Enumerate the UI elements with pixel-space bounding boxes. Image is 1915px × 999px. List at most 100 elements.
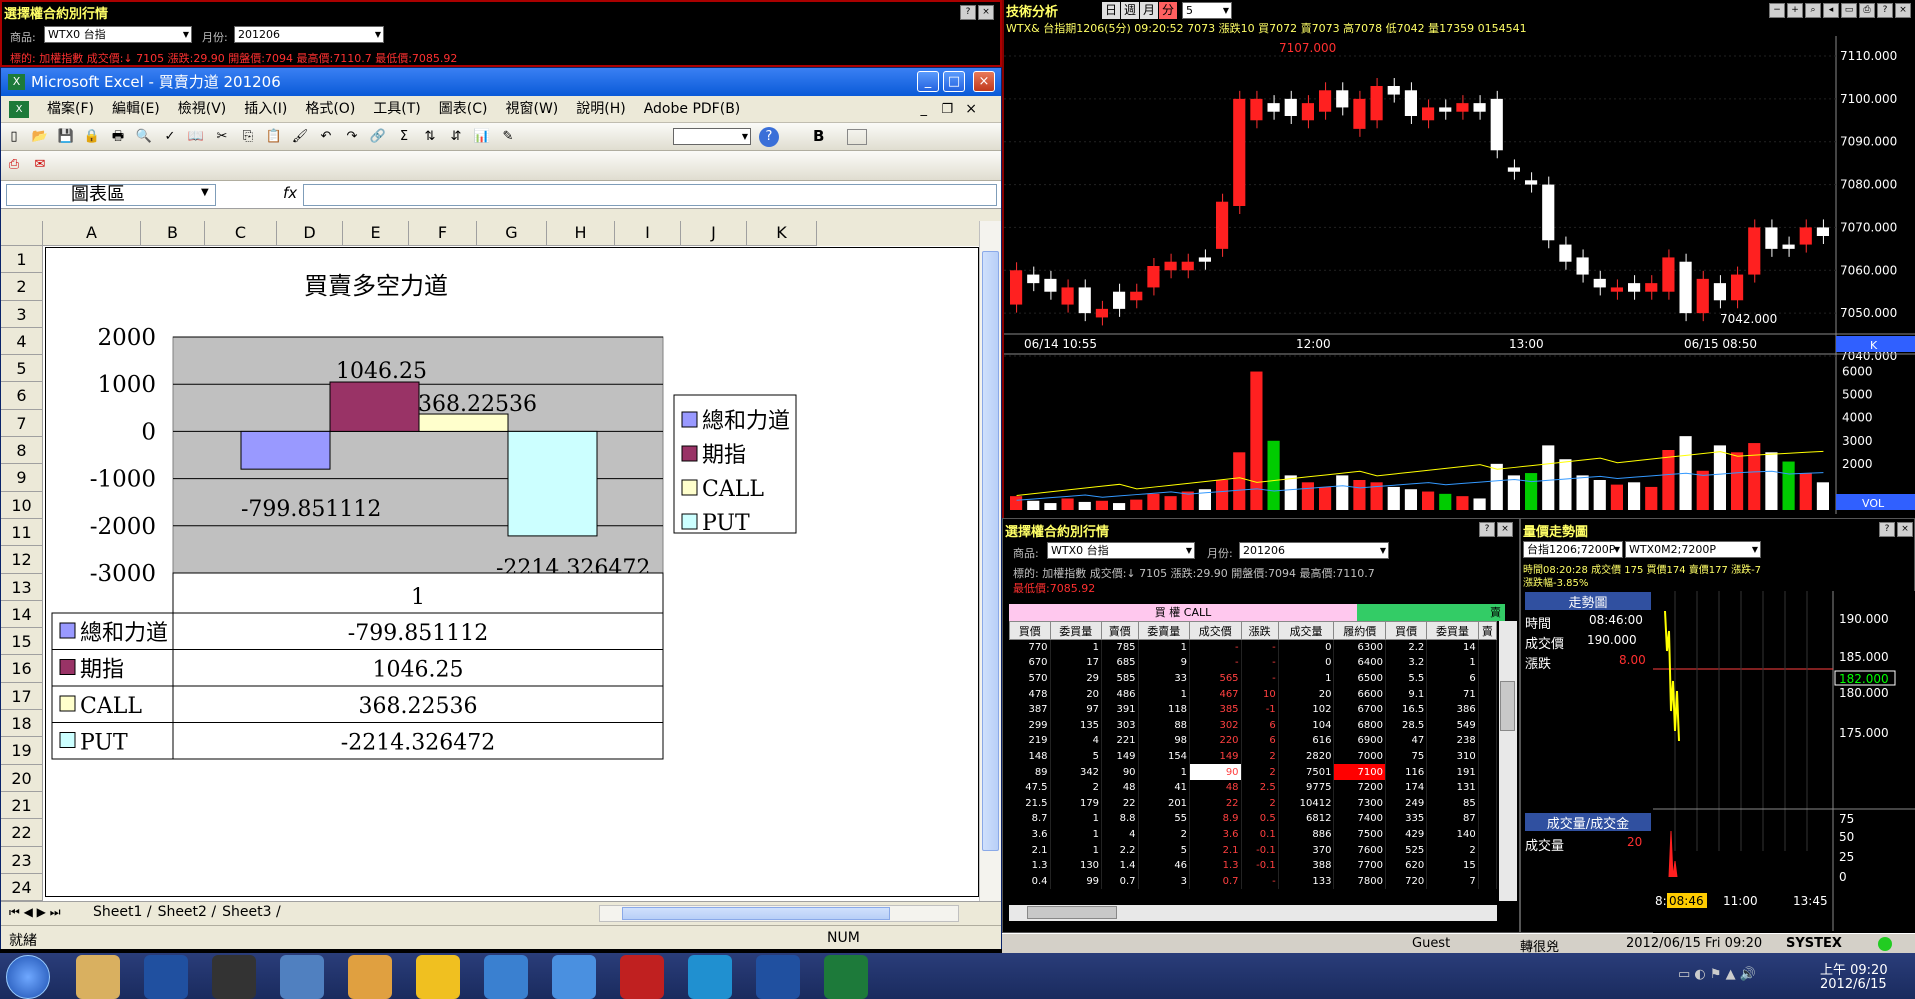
opt-row[interactable]: 8.7 1 8.8 55 8.9 0.5 6812 7400 335 87 bbox=[1009, 811, 1497, 827]
opt-col-header-1[interactable]: 委買量 bbox=[1049, 621, 1103, 640]
app10-icon[interactable] bbox=[688, 955, 732, 999]
column-header-I[interactable]: I bbox=[615, 221, 681, 246]
row-header-5[interactable]: 5 bbox=[1, 355, 43, 383]
name-box[interactable]: 圖表區 bbox=[6, 184, 216, 206]
paste-icon[interactable]: 📋 bbox=[264, 127, 284, 147]
opt-row[interactable]: 770 1 785 1- -0 6300 2.2 14 bbox=[1009, 639, 1497, 656]
maximize-button[interactable]: □ bbox=[943, 71, 965, 92]
opt-col-header-7[interactable]: 履約價 bbox=[1333, 621, 1386, 640]
opt-hscroll[interactable] bbox=[1009, 905, 1497, 921]
panel-pin-button[interactable]: ? bbox=[960, 5, 976, 20]
row-header-13[interactable]: 13 bbox=[1, 573, 43, 601]
start-button[interactable] bbox=[6, 955, 50, 999]
trend-pin-button[interactable]: ? bbox=[1879, 522, 1895, 537]
print-icon[interactable]: 🖶 bbox=[108, 127, 128, 147]
undo-icon[interactable]: ↶ bbox=[316, 127, 336, 147]
row-header-22[interactable]: 22 bbox=[1, 819, 43, 847]
opt-col-header-5[interactable]: 漲跌 bbox=[1240, 621, 1279, 640]
opt-row[interactable]: 387 97 391 118 385 -1 102 6700 16.5 386 bbox=[1009, 701, 1497, 718]
name-box-dropdown-icon[interactable]: ▼ bbox=[201, 187, 209, 198]
merge-icon[interactable] bbox=[847, 129, 867, 145]
column-header-K[interactable]: K bbox=[747, 221, 817, 246]
autosum-icon[interactable]: Σ bbox=[394, 127, 414, 147]
horizontal-scrollbar[interactable] bbox=[599, 905, 959, 922]
panel-close-button[interactable]: × bbox=[978, 5, 994, 20]
minimize-button[interactable]: _ bbox=[917, 71, 939, 92]
redo-icon[interactable]: ↷ bbox=[342, 127, 362, 147]
drawing-icon[interactable]: ✎ bbox=[498, 127, 518, 147]
row-header-24[interactable]: 24 bbox=[1, 873, 43, 902]
menu-item-9[interactable]: Adobe PDF(B) bbox=[644, 101, 741, 117]
chart-area[interactable]: 買賣多空力道 2000 1000 0 -1000 -2000 -3000 -799.85111… bbox=[45, 247, 979, 897]
opt-col-header-8[interactable]: 買價 bbox=[1384, 621, 1428, 640]
column-header-H[interactable]: H bbox=[547, 221, 615, 246]
row-header-16[interactable]: 16 bbox=[1, 655, 43, 683]
period-tab-3[interactable]: 分 bbox=[1159, 2, 1178, 19]
opt-col-header-2[interactable]: 賣價 bbox=[1101, 621, 1139, 640]
opt-row[interactable]: 478 20 486 1 467 10 20 6600 9.1 71 bbox=[1009, 686, 1497, 702]
doc-restore-button[interactable]: ❐ bbox=[941, 96, 953, 123]
opt-row[interactable]: 148 5 149 154 149 2 2820 7000 75 310 bbox=[1009, 748, 1497, 765]
opt-row[interactable]: 3.6 1 4 2 3.6 0.1 886 7500 429 140 bbox=[1009, 826, 1497, 843]
row-header-12[interactable]: 12 bbox=[1, 546, 43, 574]
preview-icon[interactable]: 🔍 bbox=[134, 127, 154, 147]
app5-icon[interactable] bbox=[348, 955, 392, 999]
row-header-2[interactable]: 2 bbox=[1, 273, 43, 301]
row-header-6[interactable]: 6 bbox=[1, 382, 43, 410]
period-tab-2[interactable]: 月 bbox=[1140, 2, 1159, 19]
concord-icon[interactable] bbox=[144, 955, 188, 999]
row-header-9[interactable]: 9 bbox=[1, 464, 43, 492]
app6-icon[interactable] bbox=[416, 955, 460, 999]
row-header-4[interactable]: 4 bbox=[1, 327, 43, 356]
explorer-icon[interactable] bbox=[76, 955, 120, 999]
opt-row[interactable]: 670 17 685 9- -0 6400 3.2 1 bbox=[1009, 655, 1497, 671]
trend-combo2[interactable]: WTX0M2;7200P bbox=[1625, 541, 1761, 558]
candlestick-chart[interactable]: 7110.000 7100.000 7090.000 7080.000 7070.000… bbox=[1004, 36, 1915, 516]
opt-row[interactable]: 21.5 179 22 201 22 2 10412 7300 249 85 bbox=[1009, 795, 1497, 812]
period-num-select[interactable]: 5 bbox=[1182, 2, 1232, 19]
vertical-scrollbar[interactable] bbox=[979, 221, 1001, 901]
chart-wizard-icon[interactable]: 📊 bbox=[472, 127, 492, 147]
tool-help-button[interactable]: ? bbox=[1877, 3, 1893, 18]
app9-icon[interactable] bbox=[620, 955, 664, 999]
sort-desc-icon[interactable]: ⇵ bbox=[446, 127, 466, 147]
opt-col-header-3[interactable]: 委賣量 bbox=[1137, 621, 1191, 640]
menu-item-0[interactable]: 檔案(F) bbox=[47, 101, 94, 117]
menu-item-1[interactable]: 編輯(E) bbox=[112, 101, 160, 117]
trend-combo1[interactable]: 台指1206;7200P bbox=[1523, 541, 1623, 558]
pdf-email-icon[interactable]: ✉ bbox=[30, 155, 50, 175]
opt-row[interactable]: 0.4 99 0.7 3 0.7-133 7800 720 7 bbox=[1009, 873, 1497, 889]
sheet-tab-1[interactable]: Sheet1 / bbox=[93, 904, 152, 920]
opt-close-button[interactable]: × bbox=[1497, 522, 1513, 537]
menu-item-4[interactable]: 格式(O) bbox=[305, 101, 355, 117]
row-header-23[interactable]: 23 bbox=[1, 846, 43, 874]
column-header-J[interactable]: J bbox=[681, 221, 747, 246]
tab-scroll-icons[interactable]: ⏮ ◀ ▶ ⏭ bbox=[9, 905, 61, 920]
menu-item-3[interactable]: 插入(I) bbox=[244, 101, 287, 117]
column-header-C[interactable]: C bbox=[205, 221, 277, 246]
row-header-14[interactable]: 14 bbox=[1, 600, 43, 629]
pdf-convert-icon[interactable]: ⎙ bbox=[4, 155, 24, 175]
open-icon[interactable]: 📂 bbox=[30, 127, 50, 147]
opt-col-header-10[interactable]: 賣 bbox=[1477, 621, 1497, 640]
trend-chart[interactable]: 190.000 185.000 182.000180.000 175.000 75 50 2… bbox=[1653, 591, 1915, 933]
row-header-20[interactable]: 20 bbox=[1, 764, 43, 792]
sort-asc-icon[interactable]: ⇅ bbox=[420, 127, 440, 147]
column-header-D[interactable]: D bbox=[277, 221, 343, 246]
column-header-E[interactable]: E bbox=[343, 221, 409, 246]
opt-row[interactable]: 1.3 130 1.4 46 1.3 -0.1 388 7700 620 15 bbox=[1009, 857, 1497, 874]
sheet-tab-2[interactable]: Sheet2 / bbox=[158, 904, 217, 920]
opt-row[interactable]: 2.1 1 2.2 5 2.1 -0.1 370 7600 525 2 bbox=[1009, 842, 1497, 858]
column-header-G[interactable]: G bbox=[477, 221, 547, 246]
tool-zoom-button[interactable]: ⌕ bbox=[1805, 3, 1821, 18]
opt-row[interactable]: 89 342 90 1 90 2 7501 7100 116 191 bbox=[1009, 764, 1497, 780]
row-header-10[interactable]: 10 bbox=[1, 491, 43, 519]
formula-input[interactable] bbox=[303, 184, 997, 206]
tool-plus-button[interactable]: + bbox=[1787, 3, 1803, 18]
vertical-scroll-thumb[interactable] bbox=[982, 251, 999, 851]
opt-col-header-6[interactable]: 成交量 bbox=[1277, 621, 1335, 640]
row-header-19[interactable]: 19 bbox=[1, 737, 43, 765]
opt-col-header-9[interactable]: 委買量 bbox=[1426, 621, 1479, 640]
column-header-B[interactable]: B bbox=[141, 221, 205, 246]
row-header-11[interactable]: 11 bbox=[1, 518, 43, 547]
